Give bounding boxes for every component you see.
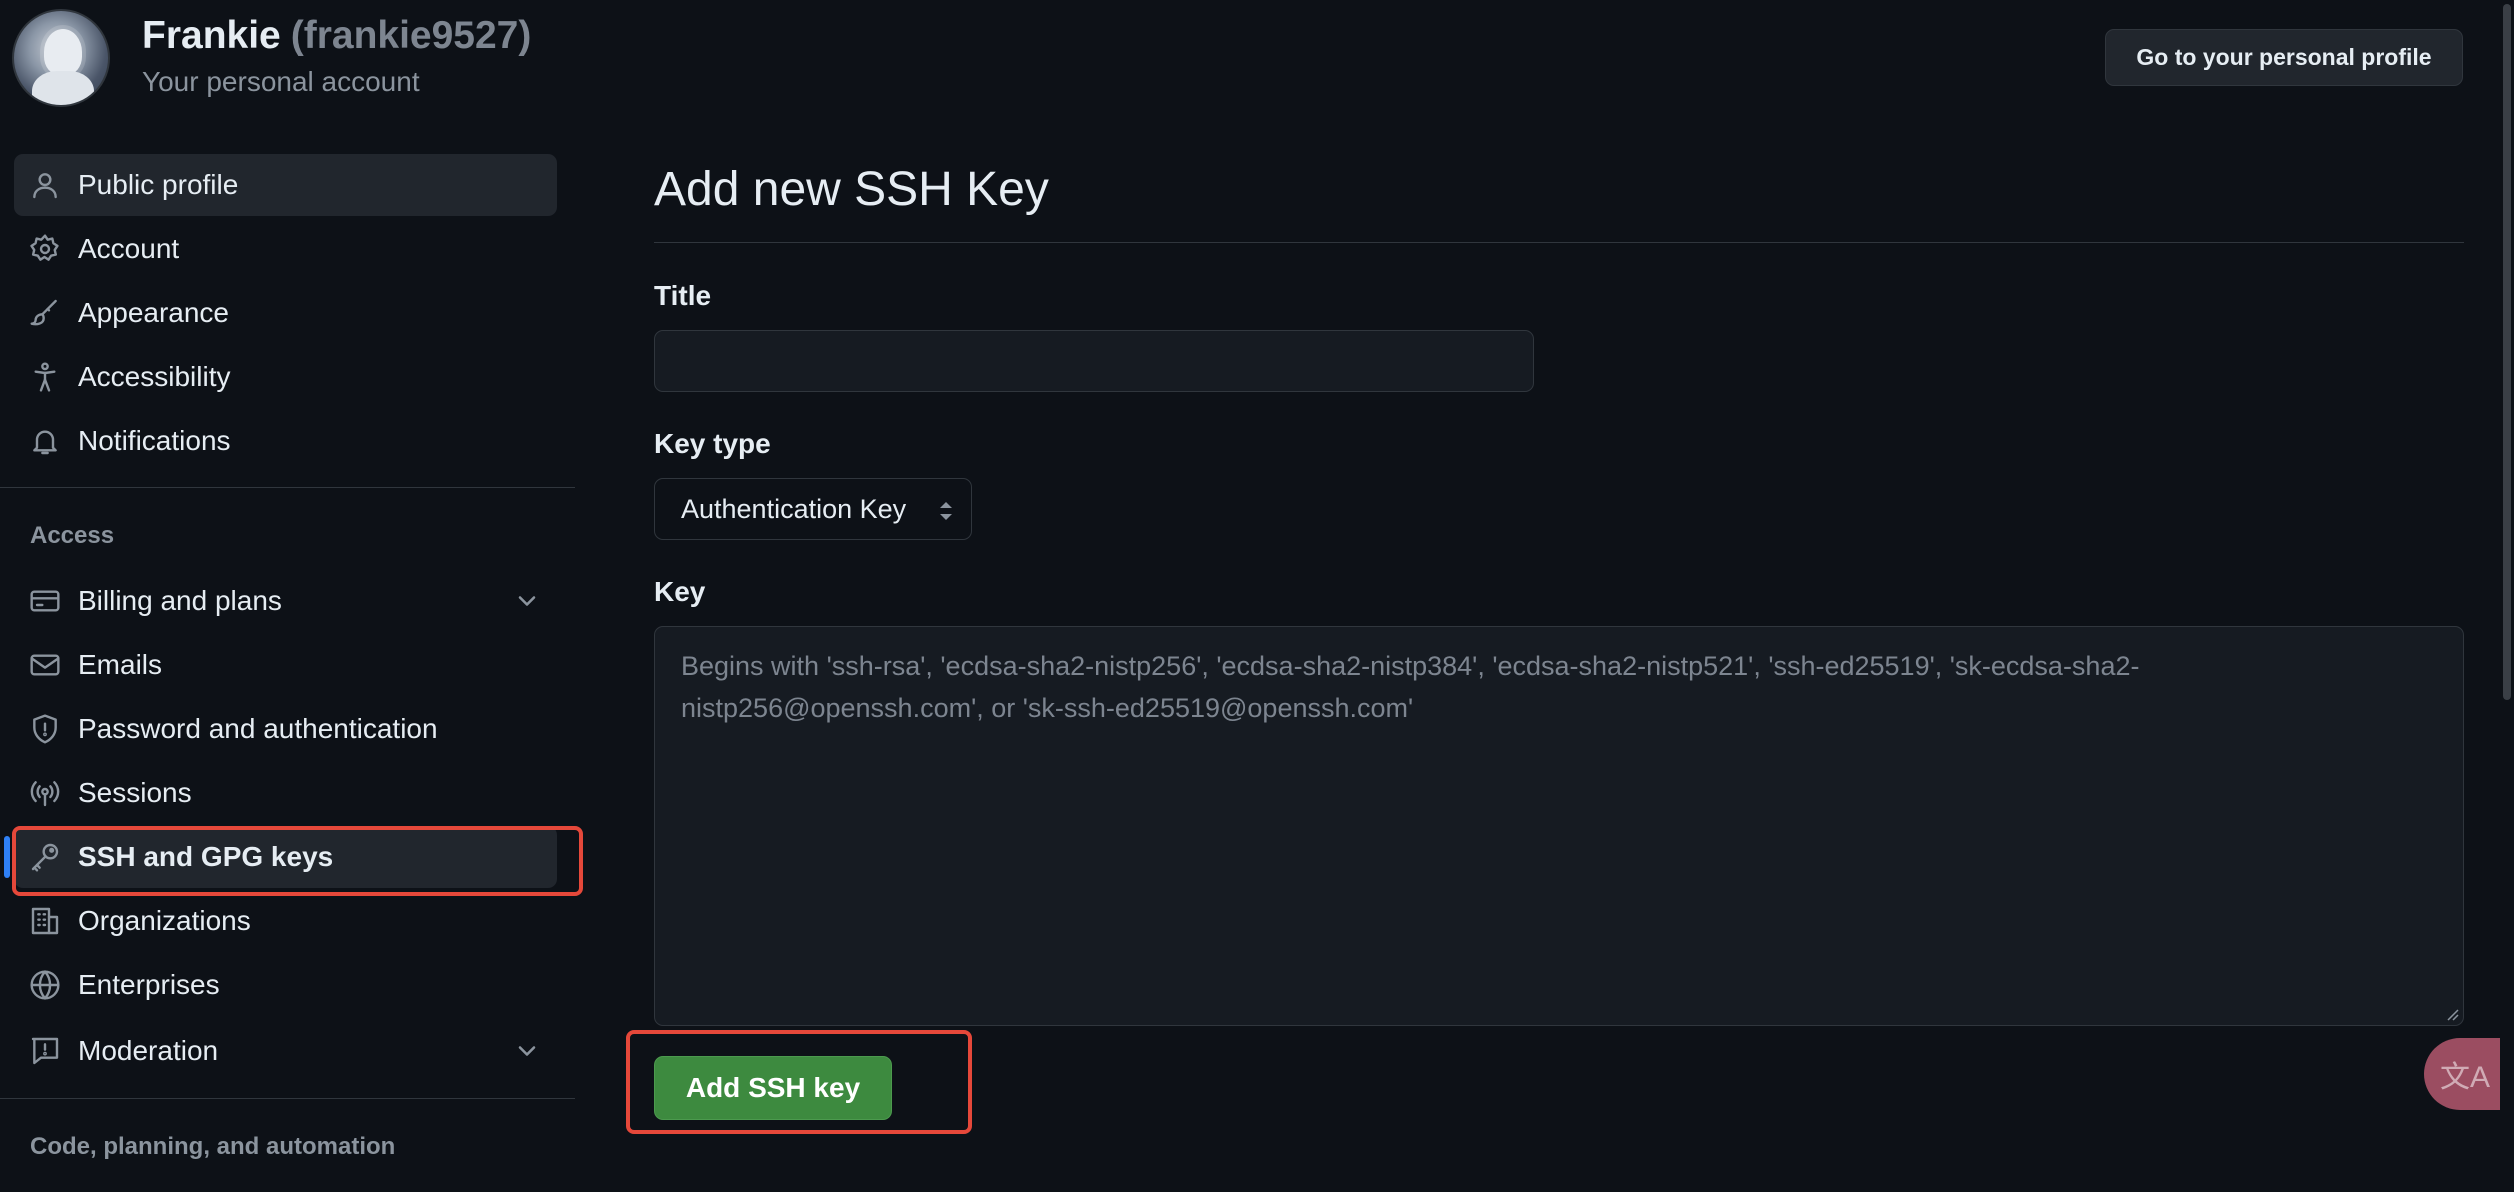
sidebar-item-label: Notifications xyxy=(78,425,231,456)
paintbrush-icon xyxy=(28,296,62,330)
sidebar-item-label: Appearance xyxy=(78,297,230,328)
title-input[interactable] xyxy=(654,330,1534,392)
sidebar-item-appearance[interactable]: Appearance xyxy=(14,282,557,344)
gear-icon xyxy=(28,232,62,266)
page-title: Add new SSH Key xyxy=(654,163,1049,216)
select-arrows-icon xyxy=(940,502,952,520)
sidebar-item-label: Accessibility xyxy=(78,361,231,392)
sidebar-item-label: Moderation xyxy=(78,1035,219,1066)
annotation-highlight-sidebar xyxy=(12,826,583,896)
sidebar-item-label: Emails xyxy=(78,649,163,680)
key-label: Key xyxy=(654,576,706,607)
sidebar-item-enterprises[interactable]: Enterprises xyxy=(14,954,557,1016)
sidebar-item-account[interactable]: Account xyxy=(14,218,557,280)
sidebar-item-sessions[interactable]: Sessions xyxy=(14,762,557,824)
chevron-down-icon[interactable] xyxy=(513,587,541,615)
key-type-selected-value: Authentication Key xyxy=(681,494,907,524)
key-textarea[interactable]: Begins with 'ssh-rsa', 'ecdsa-sha2-nistp… xyxy=(654,626,2464,1026)
go-to-profile-button[interactable]: Go to your personal profile xyxy=(2105,29,2463,86)
sidebar-item-billing[interactable]: Billing and plans xyxy=(14,570,557,632)
sidebar-item-label: Account xyxy=(78,233,180,264)
sidebar-item-accessibility[interactable]: Accessibility xyxy=(14,346,557,408)
person-icon xyxy=(28,168,62,202)
sidebar-item-label: Public profile xyxy=(78,169,239,200)
sidebar-item-label: Billing and plans xyxy=(78,585,282,616)
sidebar-item-organizations[interactable]: Organizations xyxy=(14,890,557,952)
shield-icon xyxy=(28,712,62,746)
account-header: Frankie (frankie9527) Your personal accou… xyxy=(0,0,2514,120)
sidebar-item-label: Password and authentication xyxy=(78,713,438,744)
sidebar-item-password-auth[interactable]: Password and authentication xyxy=(14,698,557,760)
title-divider xyxy=(654,242,2464,243)
mail-icon xyxy=(28,648,62,682)
chevron-down-icon[interactable] xyxy=(513,1037,541,1065)
display-name: Frankie xyxy=(142,14,281,57)
key-type-label: Key type xyxy=(654,428,771,459)
credit-card-icon xyxy=(28,584,62,618)
code-section-heading: Code, planning, and automation xyxy=(30,1133,396,1160)
translate-icon[interactable]: 文A xyxy=(2424,1038,2506,1110)
annotation-highlight-button xyxy=(626,1030,972,1134)
sidebar-item-emails[interactable]: Emails xyxy=(14,634,557,696)
key-type-select[interactable]: Authentication Key xyxy=(654,478,972,540)
sidebar-item-label: Sessions xyxy=(78,777,192,808)
access-section-heading: Access xyxy=(30,522,115,549)
organization-icon xyxy=(28,904,62,938)
scrollbar-thumb[interactable] xyxy=(2503,4,2511,700)
resize-handle-icon[interactable] xyxy=(2445,1007,2459,1021)
sidebar-item-label: Enterprises xyxy=(78,969,220,1000)
sidebar-item-notifications[interactable]: Notifications xyxy=(14,410,557,472)
sidebar-divider xyxy=(0,1098,575,1099)
title-label: Title xyxy=(654,280,712,311)
broadcast-icon xyxy=(28,776,62,810)
user-name: Frankie (frankie9527) xyxy=(142,14,531,58)
sidebar-item-label: Organizations xyxy=(78,905,251,936)
account-subtitle: Your personal account xyxy=(142,66,420,97)
globe-icon xyxy=(28,968,62,1002)
sidebar-divider xyxy=(0,487,575,488)
avatar[interactable] xyxy=(12,9,110,107)
bell-icon xyxy=(28,424,62,458)
user-handle: (frankie9527) xyxy=(290,14,532,57)
sidebar-item-moderation[interactable]: Moderation xyxy=(14,1020,557,1082)
translate-glyph: 文A xyxy=(2439,1061,2490,1094)
active-indicator xyxy=(4,836,10,878)
key-placeholder: Begins with 'ssh-rsa', 'ecdsa-sha2-nistp… xyxy=(681,651,2140,723)
accessibility-icon xyxy=(28,360,62,394)
report-icon xyxy=(28,1034,62,1068)
sidebar-item-public-profile[interactable]: Public profile xyxy=(14,154,557,216)
